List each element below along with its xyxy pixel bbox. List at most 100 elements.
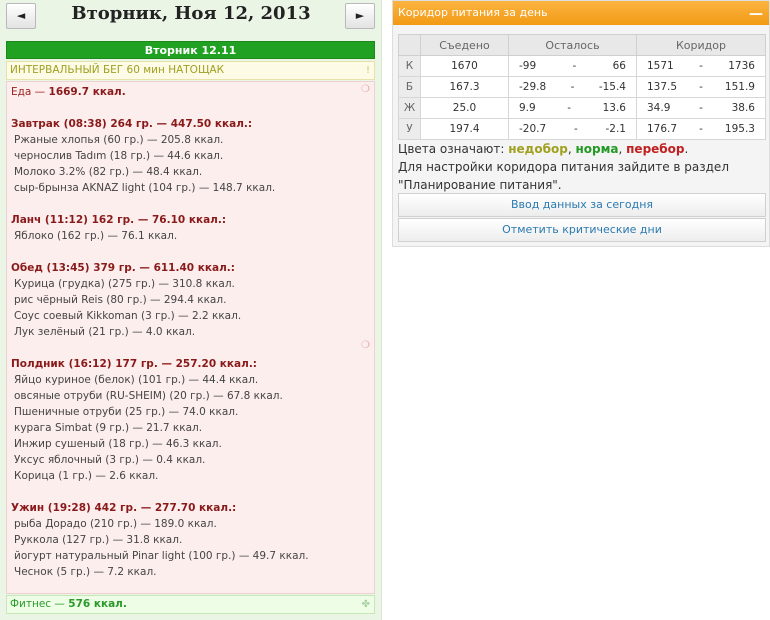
meals-list: Завтрак (08:38) 264 гр. — 447.50 ккал.: Р… [11, 116, 370, 580]
remaining-max: -2.1 [605, 123, 627, 135]
food-item[interactable]: Курица (грудка) (275 гр.) — 310.8 ккал. [11, 276, 370, 292]
food-item[interactable]: Ржаные хлопья (60 гр.) — 205.8 ккал. [11, 132, 370, 148]
collapse-button[interactable]: — [749, 2, 763, 26]
meal-block: Ланч (11:12) 162 гр. — 76.10 ккал.: Яблок… [11, 212, 370, 244]
remaining-max: 66 [612, 60, 626, 72]
remaining-range: 9.9 - 13.6 [508, 97, 637, 119]
range-dash: - [572, 60, 577, 72]
table-row: Ж 25.0 9.9 - 13.6 34.9 - 38.6 [398, 97, 766, 119]
corridor-min: 137.5 [647, 81, 678, 93]
corridor-range: 34.9 - 38.6 [636, 97, 766, 119]
food-item[interactable]: Чеснок (5 гр.) — 7.2 ккал. [11, 564, 370, 580]
nutrition-corridor-panel: Коридор питания за день — Съедено Остало… [392, 0, 770, 247]
corridor-range: 176.7 - 195.3 [636, 118, 766, 140]
panel-title: Коридор питания за день [398, 6, 548, 19]
food-item[interactable]: Соус соевый Kikkoman (3 гр.) — 2.2 ккал. [11, 308, 370, 324]
mark-critical-days-button[interactable]: Отметить критические дни [398, 218, 766, 242]
food-item[interactable]: сыр-брынза AKNAZ light (104 гр.) — 148.7… [11, 180, 370, 196]
day-header: Вторник 12.11 [6, 41, 375, 59]
fitness-label: Фитнес — [10, 598, 69, 610]
food-item[interactable]: Пшеничные отруби (25 гр.) — 74.0 ккал. [11, 404, 370, 420]
food-item[interactable]: Яйцо куриное (белок) (101 гр.) — 44.4 кк… [11, 372, 370, 388]
meal-title[interactable]: Обед (13:45) 379 гр. — 611.40 ккал.: [11, 260, 370, 276]
corridor-max: 38.6 [731, 102, 755, 114]
remaining-min: -20.7 [519, 123, 547, 135]
food-item[interactable]: Молоко 3.2% (82 гр.) — 48.4 ккал. [11, 164, 370, 180]
range-dash: - [699, 81, 703, 93]
color-legend: Цвета означают: недобор, норма, перебор. [398, 142, 689, 156]
exclamation-icon: ! [365, 65, 370, 76]
meal-title[interactable]: Завтрак (08:38) 264 гр. — 447.50 ккал.: [11, 116, 370, 132]
corridor-body: К 1670 -99 - 66 1571 - 1736 Б 167.3 -29.8 - -15.4 137… [398, 55, 766, 140]
meal-title[interactable]: Ланч (11:12) 162 гр. — 76.10 ккал.: [11, 212, 370, 228]
corridor-max: 195.3 [724, 123, 755, 135]
food-item[interactable]: овсяные отруби (RU-SHEIM) (20 гр.) — 67.… [11, 388, 370, 404]
corridor-min: 176.7 [647, 123, 678, 135]
remaining-min: -29.8 [519, 81, 547, 93]
corridor-min: 1571 [647, 60, 674, 72]
eaten-value: 167.3 [420, 76, 509, 98]
range-dash: - [699, 60, 703, 72]
left-column: ◄ Вторник, Ноя 12, 2013 ► Вторник 12.11 … [0, 0, 382, 620]
remaining-max: 13.6 [602, 102, 626, 114]
workout-row[interactable]: ИНТЕРВАЛЬНЫЙ БЕГ 60 мин НАТОЩАК ! [6, 61, 375, 80]
planning-info-text: Для настройки коридора питания зайдите в… [398, 160, 729, 192]
food-item[interactable]: йогурт натуральный Pinar light (100 гр.)… [11, 548, 370, 564]
runner-icon: ✤ [361, 599, 370, 610]
meal-title[interactable]: Ужин (19:28) 442 гр. — 277.70 ккал.: [11, 500, 370, 516]
range-dash: - [567, 102, 572, 114]
corridor-min: 34.9 [647, 102, 671, 114]
legend-norm: норма [575, 142, 619, 156]
nutrient-label: Б [398, 76, 421, 98]
food-item[interactable]: Руккола (127 гр.) — 31.8 ккал. [11, 532, 370, 548]
food-item[interactable]: чернослив Tadım (18 гр.) — 44.6 ккал. [11, 148, 370, 164]
table-row: У 197.4 -20.7 - -2.1 176.7 - 195.3 [398, 118, 766, 140]
meal-block: Обед (13:45) 379 гр. — 611.40 ккал.: Кури… [11, 260, 370, 340]
food-list: ❍ Еда — 1669.7 ккал. Завтрак (08:38) 264… [6, 81, 375, 594]
food-item[interactable]: Уксус яблочный (3 гр.) — 0.4 ккал. [11, 452, 370, 468]
prev-day-button[interactable]: ◄ [6, 3, 36, 29]
range-dash: - [699, 123, 703, 135]
nutrient-label: Ж [398, 97, 421, 119]
meal-block: Ужин (19:28) 442 гр. — 277.70 ккал.: рыба… [11, 500, 370, 580]
range-dash: - [573, 123, 578, 135]
range-dash: - [570, 81, 575, 93]
nutrient-label: К [398, 55, 421, 77]
corridor-max: 151.9 [724, 81, 755, 93]
next-day-button[interactable]: ► [345, 3, 375, 29]
food-item[interactable]: Лук зелёный (21 гр.) — 4.0 ккал. [11, 324, 370, 340]
food-item[interactable]: Инжир сушеный (18 гр.) — 46.3 ккал. [11, 436, 370, 452]
panel-header: Коридор питания за день — [393, 1, 769, 25]
corridor-range: 137.5 - 151.9 [636, 76, 766, 98]
table-row: Б 167.3 -29.8 - -15.4 137.5 - 151.9 [398, 76, 766, 98]
food-item[interactable]: Корица (1 гр.) — 2.6 ккал. [11, 468, 370, 484]
remaining-range: -29.8 - -15.4 [508, 76, 637, 98]
remaining-range: -20.7 - -2.1 [508, 118, 637, 140]
workout-label: ИНТЕРВАЛЬНЫЙ БЕГ 60 мин НАТОЩАК [10, 64, 225, 76]
meal-block: Завтрак (08:38) 264 гр. — 447.50 ккал.: Р… [11, 116, 370, 196]
eaten-value: 1670 [420, 55, 509, 77]
food-total-value: 1669.7 ккал. [48, 86, 126, 98]
food-item[interactable]: курага Simbat (9 гр.) — 21.7 ккал. [11, 420, 370, 436]
date-title: Вторник, Ноя 12, 2013 [71, 3, 311, 24]
fitness-row[interactable]: Фитнес — 576 ккал. ✤ [6, 595, 375, 614]
meal-title[interactable]: Полдник (16:12) 177 гр. — 257.20 ккал.: [11, 356, 370, 372]
apple-icon: ❍ [361, 340, 370, 351]
food-item[interactable]: Яблоко (162 гр.) — 76.1 ккал. [11, 228, 370, 244]
eaten-value: 197.4 [420, 118, 509, 140]
remaining-range: -99 - 66 [508, 55, 637, 77]
remaining-min: -99 [519, 60, 537, 72]
range-dash: - [699, 102, 703, 114]
column-header [398, 34, 421, 56]
food-total: Еда — 1669.7 ккал. [11, 84, 370, 100]
column-header-remaining: Осталось [508, 34, 637, 56]
food-item[interactable]: рис чёрный Reis (80 гр.) — 294.4 ккал. [11, 292, 370, 308]
meal-block: Полдник (16:12) 177 гр. — 257.20 ккал.: Я… [11, 356, 370, 484]
remaining-max: -15.4 [598, 81, 626, 93]
column-header-eaten: Съедено [420, 34, 509, 56]
corridor-table: Съедено Осталось Коридор К 1670 -99 - 66 1571… [398, 34, 766, 140]
table-header-row: Съедено Осталось Коридор [398, 34, 766, 56]
food-item[interactable]: рыба Дорадо (210 гр.) — 189.0 ккал. [11, 516, 370, 532]
nutrient-label: У [398, 118, 421, 140]
enter-data-today-button[interactable]: Ввод данных за сегодня [398, 193, 766, 217]
